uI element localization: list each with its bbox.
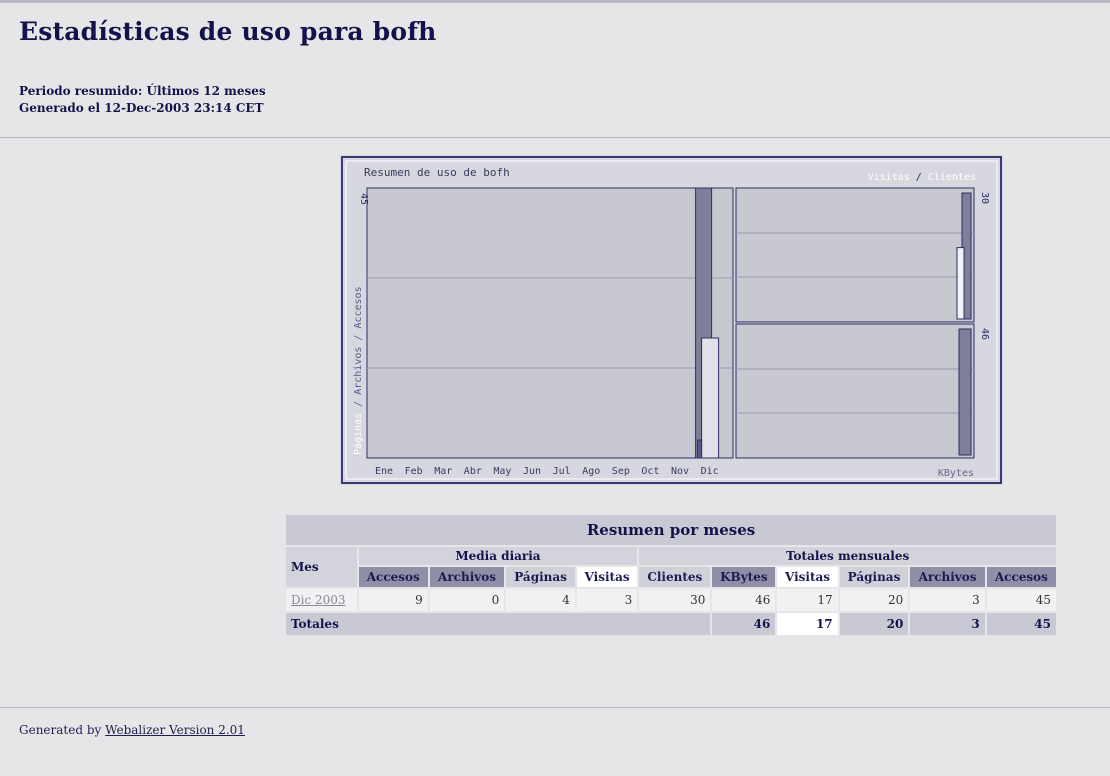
col-daily-archivos: Archivos xyxy=(429,567,505,587)
legend-separator: / xyxy=(910,172,928,183)
footer: Generated by Webalizer Version 2.01 xyxy=(19,723,245,737)
chart-legend: Visitas / Clientes xyxy=(868,172,976,183)
month-label-mar: Mar xyxy=(434,466,452,477)
month-label-feb: Feb xyxy=(405,466,423,477)
col-visitas: Visitas xyxy=(777,567,838,587)
bar-archivos-dic xyxy=(697,439,703,459)
archivos-value: 3 xyxy=(910,589,985,611)
daily-visitas-value: 3 xyxy=(576,589,638,611)
month-label-oct: Oct xyxy=(641,466,659,477)
usage-chart: Resumen de uso de bofh Visitas / Cliente… xyxy=(340,155,1003,485)
kbytes-plot-area xyxy=(735,323,975,459)
col-paginas: Páginas xyxy=(839,567,909,587)
col-accesos: Accesos xyxy=(986,567,1056,587)
footer-prefix: Generated by xyxy=(19,723,106,737)
legend-clientes: Clientes xyxy=(928,172,976,183)
summary-period: Periodo resumido: Últimos 12 meses xyxy=(19,84,266,98)
month-label-may: May xyxy=(493,466,511,477)
totals-label: Totales xyxy=(286,613,711,635)
divider-bottom xyxy=(0,707,1110,708)
monthly-summary-table: Resumen por meses Mes Media diaria Total… xyxy=(284,513,1058,637)
legend-visitas: Visitas xyxy=(868,172,910,183)
totals-row: Totales 46 17 20 3 45 xyxy=(286,613,1056,635)
main-plot-area xyxy=(366,187,734,459)
generated-date: Generado el 12-Dec-2003 23:14 CET xyxy=(19,101,264,115)
bar-kbytes-dic-2003 xyxy=(958,328,972,456)
col-mes: Mes xyxy=(286,547,357,587)
month-label-jun: Jun xyxy=(523,466,541,477)
visits-plot-area xyxy=(735,187,975,323)
month-label-dic: Dic xyxy=(701,466,719,477)
month-label-nov: Nov xyxy=(671,466,689,477)
col-daily-visitas: Visitas xyxy=(576,567,638,587)
col-daily-paginas: Páginas xyxy=(506,567,575,587)
chart-y-label: Páginas / Archivos / Accesos xyxy=(352,286,364,455)
month-label-abr: Abr xyxy=(464,466,482,477)
kbytes-label: KBytes xyxy=(938,468,974,479)
visitas-value: 17 xyxy=(777,589,838,611)
table-row: Dic 2003 9 0 4 3 30 46 17 20 3 45 xyxy=(286,589,1056,611)
group-monthly: Totales mensuales xyxy=(639,547,1056,565)
divider-top xyxy=(0,137,1110,138)
bar-visitas-dic-2003 xyxy=(956,247,965,320)
clientes-value: 30 xyxy=(639,589,711,611)
col-archivos: Archivos xyxy=(910,567,985,587)
ylabel-paginas: Páginas xyxy=(352,413,364,455)
table-title: Resumen por meses xyxy=(286,515,1056,545)
bar-paginas-dic xyxy=(701,337,720,459)
total-visitas: 17 xyxy=(777,613,838,635)
group-daily: Media diaria xyxy=(358,547,638,565)
paginas-value: 20 xyxy=(839,589,909,611)
month-label-jul: Jul xyxy=(553,466,571,477)
chart-title: Resumen de uso de bofh xyxy=(364,166,510,179)
top-strip xyxy=(0,0,1110,3)
month-link[interactable]: Dic 2003 xyxy=(286,589,357,611)
ylabel-rest: / Archivos / Accesos xyxy=(353,286,364,412)
month-label-sep: Sep xyxy=(612,466,630,477)
month-label-ago: Ago xyxy=(582,466,600,477)
col-daily-accesos: Accesos xyxy=(358,567,428,587)
usage-chart-svg: Resumen de uso de bofh Visitas / Cliente… xyxy=(340,155,1003,485)
total-kbytes: 46 xyxy=(712,613,776,635)
right-top-axis-max: 30 xyxy=(979,192,990,204)
page-title: Estadísticas de uso para bofh xyxy=(19,17,437,46)
total-archivos: 3 xyxy=(910,613,985,635)
daily-paginas-value: 4 xyxy=(506,589,575,611)
total-paginas: 20 xyxy=(839,613,909,635)
total-accesos: 45 xyxy=(986,613,1056,635)
daily-archivos-value: 0 xyxy=(429,589,505,611)
right-bottom-axis-max: 46 xyxy=(979,328,990,340)
col-kbytes: KBytes xyxy=(712,567,776,587)
daily-accesos-value: 9 xyxy=(358,589,428,611)
left-axis-max: 45 xyxy=(358,193,369,205)
kbytes-value: 46 xyxy=(712,589,776,611)
accesos-value: 45 xyxy=(986,589,1056,611)
month-label-ene: Ene xyxy=(375,466,393,477)
col-clientes: Clientes xyxy=(639,567,711,587)
webalizer-link[interactable]: Webalizer Version 2.01 xyxy=(105,723,245,737)
